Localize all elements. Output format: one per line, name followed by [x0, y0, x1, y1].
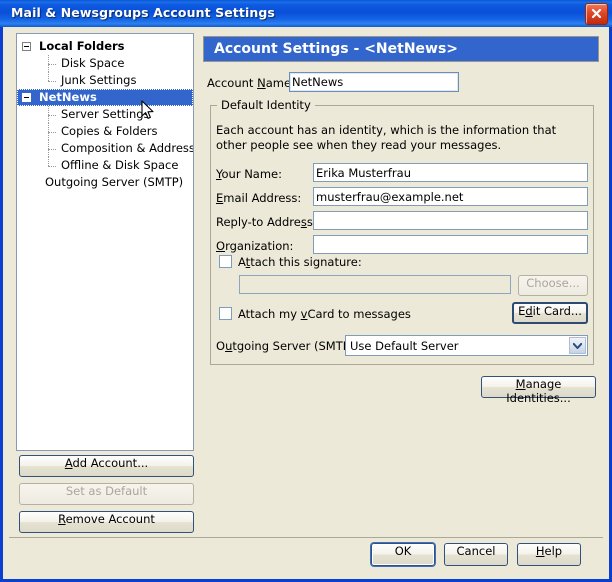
accounts-tree[interactable]: Local Folders Disk Space Junk Settings N… [16, 33, 194, 451]
tree-item-outgoing-server-smtp[interactable]: Outgoing Server (SMTP) [17, 174, 193, 191]
your-name-input[interactable] [313, 163, 588, 182]
organization-label: Organization: [216, 239, 294, 253]
smtp-label: Outgoing Server (SMTP): [216, 339, 359, 353]
account-name-input[interactable] [289, 72, 459, 92]
edit-card-label-a: E [518, 304, 526, 318]
manage-identities-button[interactable]: Manage Identities... [481, 376, 596, 405]
tree-item-netnews[interactable]: NetNews [17, 89, 193, 106]
reply-to-address-input[interactable] [313, 211, 588, 230]
page-title: Account Settings - <NetNews> [203, 36, 599, 62]
attach-vcard-checkbox[interactable] [219, 307, 232, 320]
add-account-label-rest: dd Account... [72, 456, 149, 470]
signature-path-field[interactable] [239, 275, 511, 294]
titlebar: Mail & Newsgroups Account Settings [0, 0, 612, 27]
choose-signature-button[interactable]: Choose... [518, 275, 588, 296]
edit-card-button[interactable]: Edit Card... [512, 302, 588, 324]
window-title: Mail & Newsgroups Account Settings [11, 5, 275, 20]
default-identity-legend: Default Identity [217, 98, 315, 112]
account-settings-dialog: Mail & Newsgroups Account Settings Local… [0, 0, 612, 582]
set-as-default-button[interactable]: Set as Default [19, 483, 194, 505]
close-icon[interactable] [585, 3, 608, 25]
help-button[interactable]: Help [517, 543, 581, 566]
tree-item-copies-folders[interactable]: Copies & Folders [17, 123, 193, 140]
manage-identities-label-rest: anage Identities... [506, 377, 571, 405]
account-name-label: Account Name: [207, 76, 295, 90]
tree-item-junk-settings[interactable]: Junk Settings [17, 72, 193, 89]
remove-account-accel: R [58, 512, 66, 526]
tree-item-label: Composition & Addressing [61, 141, 194, 155]
tree-item-local-folders[interactable]: Local Folders [17, 38, 193, 55]
add-account-accel: A [64, 456, 73, 470]
ok-label: OK [394, 544, 412, 558]
collapse-box-minus-icon[interactable] [22, 93, 31, 102]
tree-item-server-settings[interactable]: Server Settings [17, 106, 193, 123]
tree-item-composition-addressing[interactable]: Composition & Addressing [17, 140, 193, 157]
cancel-button[interactable]: Cancel [444, 543, 508, 566]
account-name-row: Account Name: [207, 72, 599, 94]
tree-item-label: NetNews [39, 90, 97, 104]
remove-account-button[interactable]: Remove Account [19, 511, 194, 533]
chevron-down-icon[interactable] [569, 337, 586, 354]
attach-vcard-label: Attach my vCard to messages [238, 307, 411, 321]
help-label-rest: elp [544, 544, 563, 558]
cancel-label: Cancel [456, 544, 496, 558]
collapse-box-minus-icon[interactable] [22, 42, 31, 51]
smtp-select[interactable]: Use Default Server [345, 335, 588, 356]
smtp-selected-value: Use Default Server [350, 339, 459, 353]
reply-to-address-label: Reply-to Address: [216, 215, 317, 229]
tree-item-label: Server Settings [61, 107, 150, 121]
tree-item-label: Copies & Folders [61, 124, 158, 138]
default-identity-description: Each account has an identity, which is t… [216, 123, 557, 152]
remove-account-label-rest: emove Account [65, 512, 155, 526]
ok-button[interactable]: OK [371, 543, 435, 566]
edit-card-label-rest: it Card... [532, 304, 582, 318]
tree-item-label: Outgoing Server (SMTP) [45, 175, 184, 189]
help-accel: H [535, 544, 545, 558]
manage-identities-accel: M [515, 377, 526, 391]
choose-button-label: Choose... [526, 276, 580, 290]
tree-item-label: Junk Settings [61, 73, 137, 87]
tree-item-label: Offline & Disk Space [61, 158, 179, 172]
tree-item-offline-disk-space[interactable]: Offline & Disk Space [17, 157, 193, 174]
tree-item-disk-space[interactable]: Disk Space [17, 55, 193, 72]
attach-signature-label: Attach this signature: [238, 255, 362, 269]
your-name-label: Your Name: [216, 167, 283, 181]
attach-signature-checkbox[interactable] [219, 255, 232, 268]
set-as-default-label: Set as Default [65, 484, 148, 498]
organization-input[interactable] [313, 235, 588, 254]
email-address-label: Email Address: [216, 191, 302, 205]
email-address-input[interactable] [313, 187, 588, 206]
edit-card-accel: d [525, 304, 533, 318]
tree-item-label: Disk Space [61, 56, 125, 70]
add-account-button[interactable]: Add Account... [19, 455, 194, 477]
tree-item-label: Local Folders [39, 39, 125, 53]
bottom-separator [9, 537, 603, 538]
